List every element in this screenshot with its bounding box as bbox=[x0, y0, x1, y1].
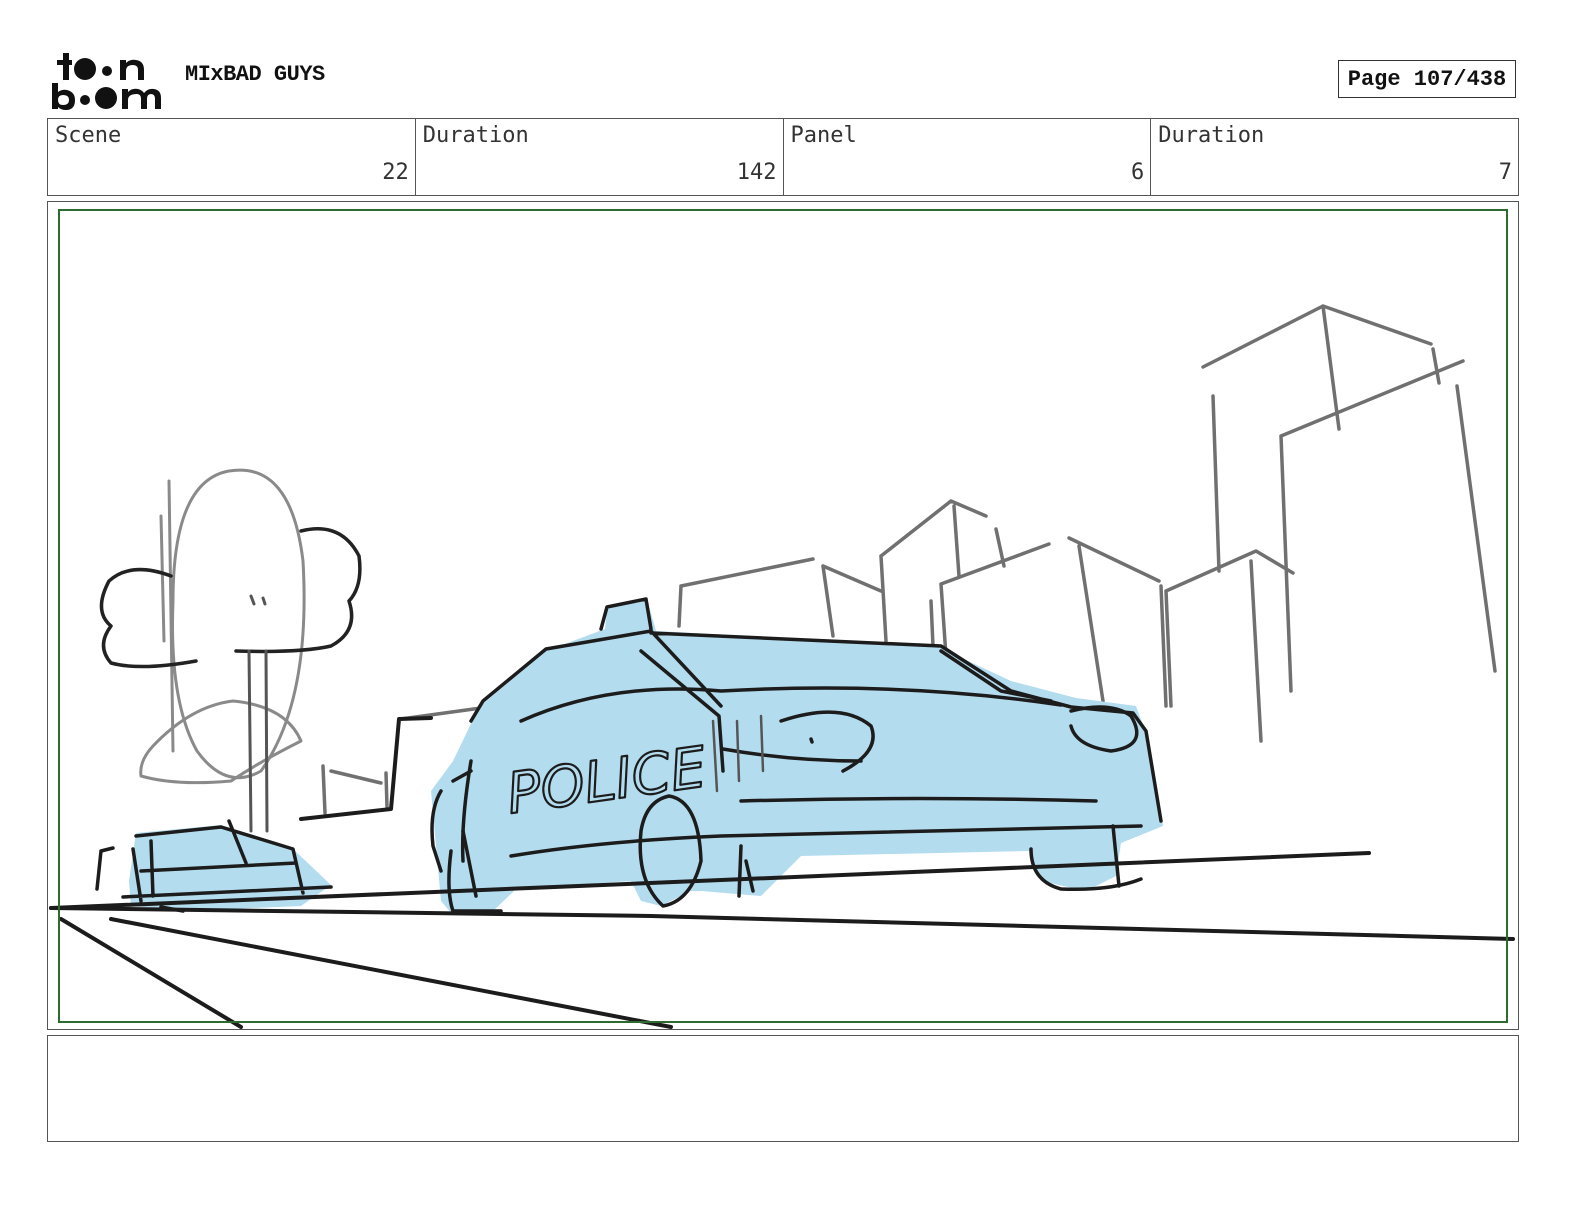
panel-sketch: POLICE bbox=[49, 304, 1515, 1029]
panel-duration-cell: Duration 7 bbox=[1150, 119, 1518, 195]
scene-value: 22 bbox=[382, 160, 409, 185]
scene-duration-label: Duration bbox=[422, 123, 529, 148]
panel-duration-value: 7 bbox=[1498, 160, 1512, 185]
scene-label: Scene bbox=[55, 123, 122, 148]
scene-cell: Scene 22 bbox=[48, 119, 415, 195]
page-number: Page 107/438 bbox=[1338, 60, 1516, 98]
tree-sketch bbox=[99, 468, 362, 833]
panel-value: 6 bbox=[1131, 160, 1145, 185]
storyboard-panel: POLICE bbox=[47, 201, 1519, 1030]
scene-duration-value: 142 bbox=[736, 160, 777, 185]
panel-cell: Panel 6 bbox=[782, 119, 1151, 195]
panel-duration-label: Duration bbox=[1158, 123, 1265, 148]
toon-boom-logo bbox=[52, 53, 161, 110]
panel-label: Panel bbox=[790, 123, 857, 148]
scene-info-table: Scene 22 Duration 142 Panel 6 Duration 7 bbox=[47, 118, 1519, 196]
project-title: MIxBAD GUYS bbox=[185, 62, 325, 87]
scene-duration-cell: Duration 142 bbox=[414, 119, 783, 195]
notes-box bbox=[47, 1035, 1519, 1142]
